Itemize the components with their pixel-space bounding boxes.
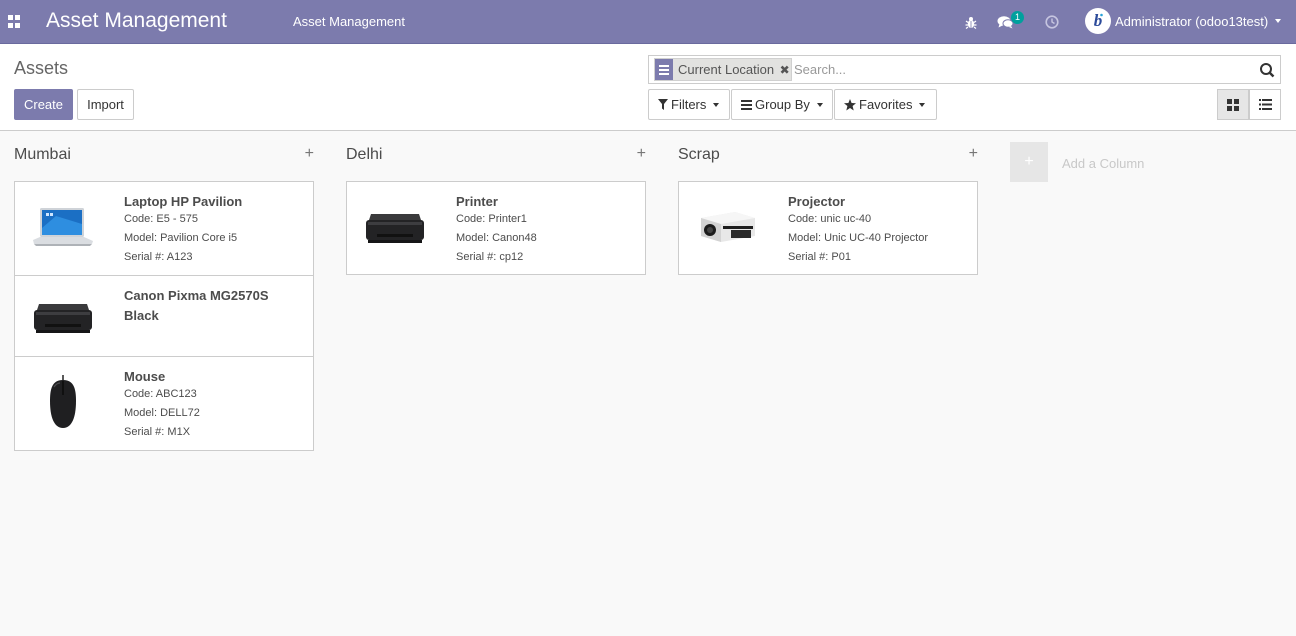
filter-icon bbox=[658, 99, 668, 110]
search-facet-current-location[interactable]: Current Location ✖ bbox=[654, 58, 793, 81]
app-title[interactable]: Asset Management bbox=[46, 9, 227, 33]
group-by-dropdown[interactable]: Group By bbox=[731, 89, 833, 120]
menu-asset-management[interactable]: Asset Management bbox=[293, 14, 405, 29]
card-serial: Serial #: cp12 bbox=[456, 251, 524, 263]
chevron-down-icon bbox=[816, 102, 823, 107]
add-column-label[interactable]: Add a Column bbox=[1062, 156, 1144, 171]
group-by-label: Group By bbox=[755, 97, 810, 112]
control-panel: Assets Create Import Current Location ✖ … bbox=[0, 44, 1296, 131]
filters-dropdown[interactable]: Filters bbox=[648, 89, 730, 120]
activity-clock-icon[interactable] bbox=[1043, 12, 1061, 32]
card-serial: Serial #: M1X bbox=[124, 426, 191, 438]
card-title: Printer bbox=[456, 194, 498, 209]
quick-create-plus-icon[interactable]: + bbox=[305, 145, 314, 163]
kanban-card[interactable]: Laptop HP Pavilion Code: E5 - 575 Model:… bbox=[14, 181, 314, 276]
breadcrumb: Assets bbox=[14, 58, 69, 78]
message-count-badge: 1 bbox=[1011, 11, 1025, 24]
search-input[interactable] bbox=[794, 59, 1244, 80]
apps-menu-icon[interactable] bbox=[8, 15, 21, 28]
kanban-column-header: Delhi + bbox=[346, 145, 646, 166]
card-code: Code: ABC123 bbox=[124, 388, 197, 400]
add-column-plus-icon[interactable]: + bbox=[1010, 142, 1048, 182]
card-serial: Serial #: A123 bbox=[124, 251, 193, 263]
card-code: Code: E5 - 575 bbox=[124, 213, 198, 225]
filters-label: Filters bbox=[671, 97, 707, 112]
user-menu[interactable]: Administrator (odoo13test) bbox=[1115, 14, 1268, 29]
printer-image bbox=[361, 198, 429, 258]
facet-remove-icon[interactable]: ✖ bbox=[778, 59, 791, 80]
kanban-board: Mumbai + Laptop HP Pavilion Code: E5 - 5… bbox=[0, 132, 1296, 636]
favorites-label: Favorites bbox=[859, 97, 913, 112]
facet-label: Current Location bbox=[678, 62, 775, 77]
projector-image bbox=[693, 198, 761, 258]
printer-image bbox=[29, 288, 97, 348]
favorites-dropdown[interactable]: Favorites bbox=[834, 89, 937, 120]
kanban-card[interactable]: Mouse Code: ABC123 Model: DELL72 Serial … bbox=[14, 356, 314, 451]
search-bar: Current Location ✖ bbox=[648, 55, 1281, 84]
card-code: Code: unic uc-40 bbox=[788, 213, 872, 225]
card-title: Canon Pixma MG2570S Black bbox=[124, 288, 269, 323]
debug-bug-icon[interactable] bbox=[962, 12, 980, 32]
import-button[interactable]: Import bbox=[77, 89, 134, 120]
list-view-button[interactable] bbox=[1249, 89, 1281, 120]
search-icon[interactable] bbox=[1259, 62, 1275, 78]
card-title: Projector bbox=[788, 194, 846, 209]
kanban-column-header: Scrap + bbox=[678, 145, 978, 166]
kanban-view-button[interactable] bbox=[1217, 89, 1249, 120]
card-model: Model: Unic UC-40 Projector bbox=[788, 232, 928, 244]
column-title[interactable]: Scrap bbox=[678, 146, 720, 164]
user-avatar[interactable]: b bbox=[1085, 8, 1111, 34]
list-view-icon bbox=[1258, 99, 1272, 110]
top-navbar: Asset Management Asset Management 1 b Ad… bbox=[0, 0, 1296, 44]
kanban-card[interactable]: Projector Code: unic uc-40 Model: Unic U… bbox=[678, 181, 978, 275]
create-button[interactable]: Create bbox=[14, 89, 73, 120]
card-serial: Serial #: P01 bbox=[788, 251, 851, 263]
list-icon bbox=[741, 99, 752, 110]
card-title: Mouse bbox=[124, 369, 166, 384]
quick-create-plus-icon[interactable]: + bbox=[969, 145, 978, 163]
chevron-down-icon bbox=[919, 102, 926, 107]
column-title[interactable]: Mumbai bbox=[14, 146, 71, 164]
quick-create-plus-icon[interactable]: + bbox=[637, 145, 646, 163]
kanban-card[interactable]: Canon Pixma MG2570S Black bbox=[14, 275, 314, 357]
star-icon bbox=[844, 98, 856, 110]
group-by-icon bbox=[655, 59, 673, 80]
card-code: Code: Printer1 bbox=[456, 213, 527, 225]
card-model: Model: DELL72 bbox=[124, 407, 200, 419]
laptop-image bbox=[29, 198, 97, 258]
card-model: Model: Pavilion Core i5 bbox=[124, 232, 238, 244]
card-title: Laptop HP Pavilion bbox=[124, 194, 243, 209]
kanban-column-header: Mumbai + bbox=[14, 145, 314, 166]
mouse-image bbox=[29, 373, 97, 433]
card-model: Model: Canon48 bbox=[456, 232, 537, 244]
chevron-down-icon[interactable] bbox=[1275, 19, 1281, 23]
column-title[interactable]: Delhi bbox=[346, 146, 382, 164]
kanban-card[interactable]: Printer Code: Printer1 Model: Canon48 Se… bbox=[346, 181, 646, 275]
chevron-down-icon bbox=[713, 102, 720, 107]
kanban-grid-icon bbox=[1227, 98, 1239, 111]
